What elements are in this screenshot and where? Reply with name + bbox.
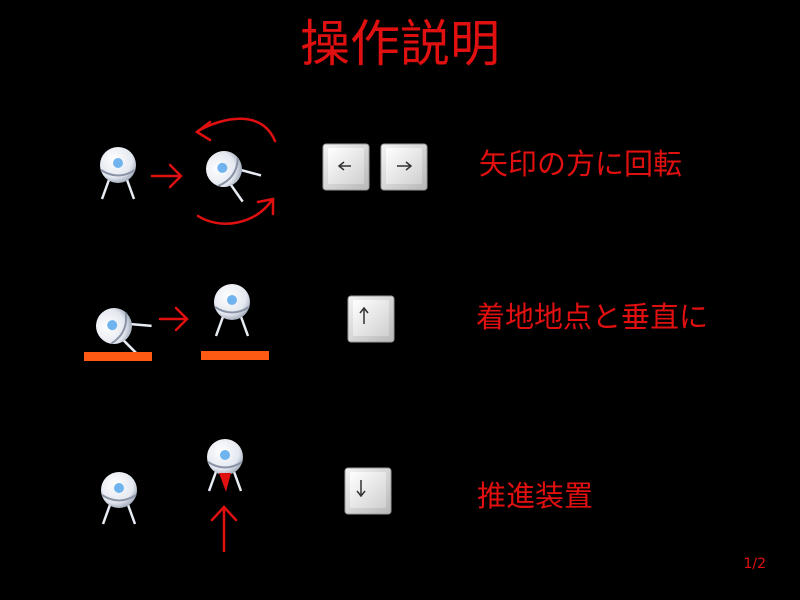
lander-upright-row2: [212, 282, 252, 338]
lander-idle-row3: [99, 470, 139, 526]
thrust-up-arrow-icon: [210, 505, 238, 553]
instruction-rotate-label: 矢印の方に回転: [479, 147, 683, 181]
lander-upright-row1: [98, 145, 138, 201]
rotate-clockwise-arrow-icon: [196, 197, 275, 225]
left-arrow-key: [322, 143, 370, 191]
lander-rotated-row1: [197, 142, 264, 205]
instruction-thrust-label: 推進装置: [477, 479, 594, 513]
thrust-flame-icon: [219, 473, 231, 492]
right-arrow-key: [380, 143, 428, 191]
lander-thrusting-row3: [205, 437, 245, 493]
lander-tilted-row2: [88, 300, 154, 358]
arrow-right-icon: [158, 306, 189, 332]
instruction-align-label: 着地地点と垂直に: [476, 300, 709, 334]
rotate-counterclockwise-arrow-icon: [194, 117, 277, 143]
landing-pad: [201, 351, 269, 360]
down-arrow-key: [344, 467, 392, 515]
landing-pad: [84, 352, 152, 361]
page-indicator: 1/2: [743, 556, 766, 572]
arrow-right-icon: [150, 163, 183, 189]
up-arrow-key: [347, 295, 395, 343]
